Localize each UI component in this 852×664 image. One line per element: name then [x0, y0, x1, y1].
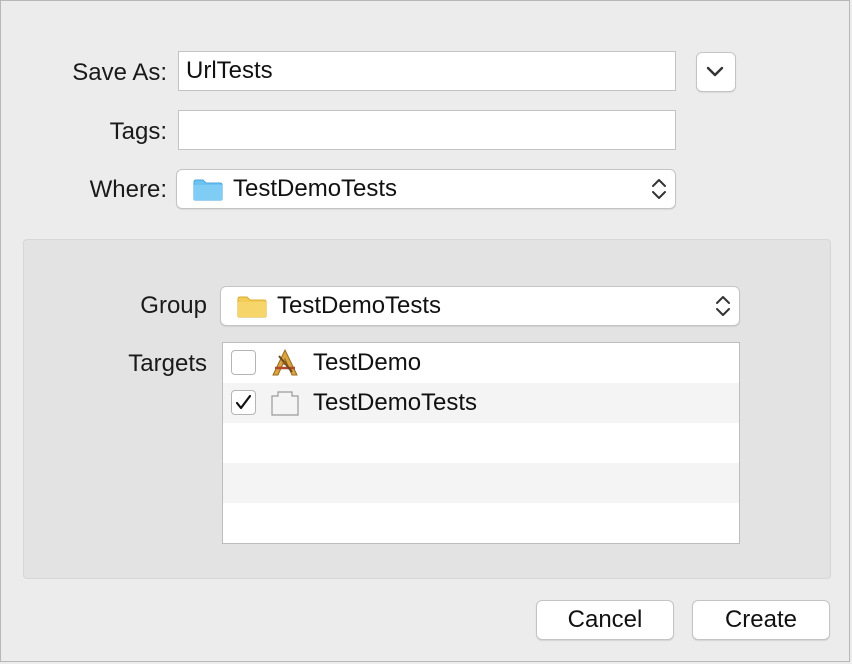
where-popup[interactable]: TestDemoTests: [176, 169, 676, 209]
empty-list-row: [223, 503, 739, 543]
up-down-arrows-icon: [716, 296, 730, 316]
create-button[interactable]: Create: [692, 600, 830, 640]
list-item[interactable]: TestDemo: [223, 343, 739, 383]
target-checkbox-testdemotests[interactable]: [231, 390, 256, 415]
test-bundle-icon: [271, 391, 299, 416]
folder-icon: [237, 296, 267, 318]
where-label: Where:: [89, 176, 167, 203]
group-popup-value: TestDemoTests: [277, 292, 442, 319]
checkmark-icon: [235, 394, 252, 410]
tags-label: Tags:: [109, 118, 167, 145]
empty-list-row: [223, 463, 739, 503]
targets-list: TestDemo TestDemoTests: [222, 342, 740, 544]
group-label: Group: [140, 292, 207, 319]
target-name: TestDemo: [313, 349, 422, 376]
xcode-app-icon: [272, 348, 298, 376]
target-checkbox-testdemo[interactable]: [231, 350, 256, 375]
where-popup-value: TestDemoTests: [233, 175, 398, 202]
chevron-down-icon: [706, 66, 724, 77]
target-name: TestDemoTests: [313, 389, 478, 416]
empty-list-row: [223, 423, 739, 463]
folder-icon: [193, 179, 223, 201]
save-as-input[interactable]: [178, 51, 676, 91]
targets-label: Targets: [128, 350, 207, 377]
list-item[interactable]: TestDemoTests: [223, 383, 739, 423]
group-popup[interactable]: TestDemoTests: [220, 286, 740, 326]
expand-dialog-button[interactable]: [696, 52, 736, 92]
save-as-label: Save As:: [72, 59, 167, 86]
tags-input[interactable]: [178, 110, 676, 150]
cancel-button[interactable]: Cancel: [536, 600, 674, 640]
up-down-arrows-icon: [652, 179, 666, 199]
new-file-save-dialog: Save As: Tags: Where: TestDemoTests Grou…: [0, 0, 850, 662]
